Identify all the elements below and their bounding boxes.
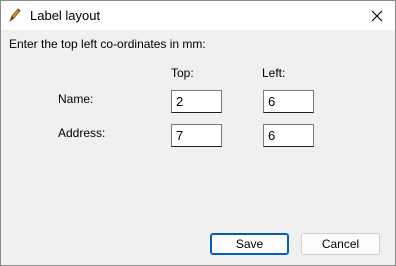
name-label: Name: [58,92,94,106]
address-top-field[interactable] [171,124,222,147]
name-top-field[interactable] [171,90,222,113]
address-left-field[interactable] [263,124,314,147]
address-label: Address: [58,126,106,140]
dialog-window: Label layout Enter the top left co-ordin… [0,0,396,266]
column-header-left: Left: [262,66,286,80]
window-title: Label layout [30,8,101,23]
pen-icon [7,7,23,23]
instruction-text: Enter the top left co-ordinates in mm: [9,37,206,51]
title-bar[interactable]: Label layout [1,1,395,31]
close-icon [371,10,383,21]
save-button[interactable]: Save [210,233,289,255]
cancel-button[interactable]: Cancel [301,233,380,255]
close-button[interactable] [359,1,395,30]
column-header-top: Top: [171,66,194,80]
dialog-body: Enter the top left co-ordinates in mm: T… [1,30,395,265]
name-left-field[interactable] [263,90,314,113]
